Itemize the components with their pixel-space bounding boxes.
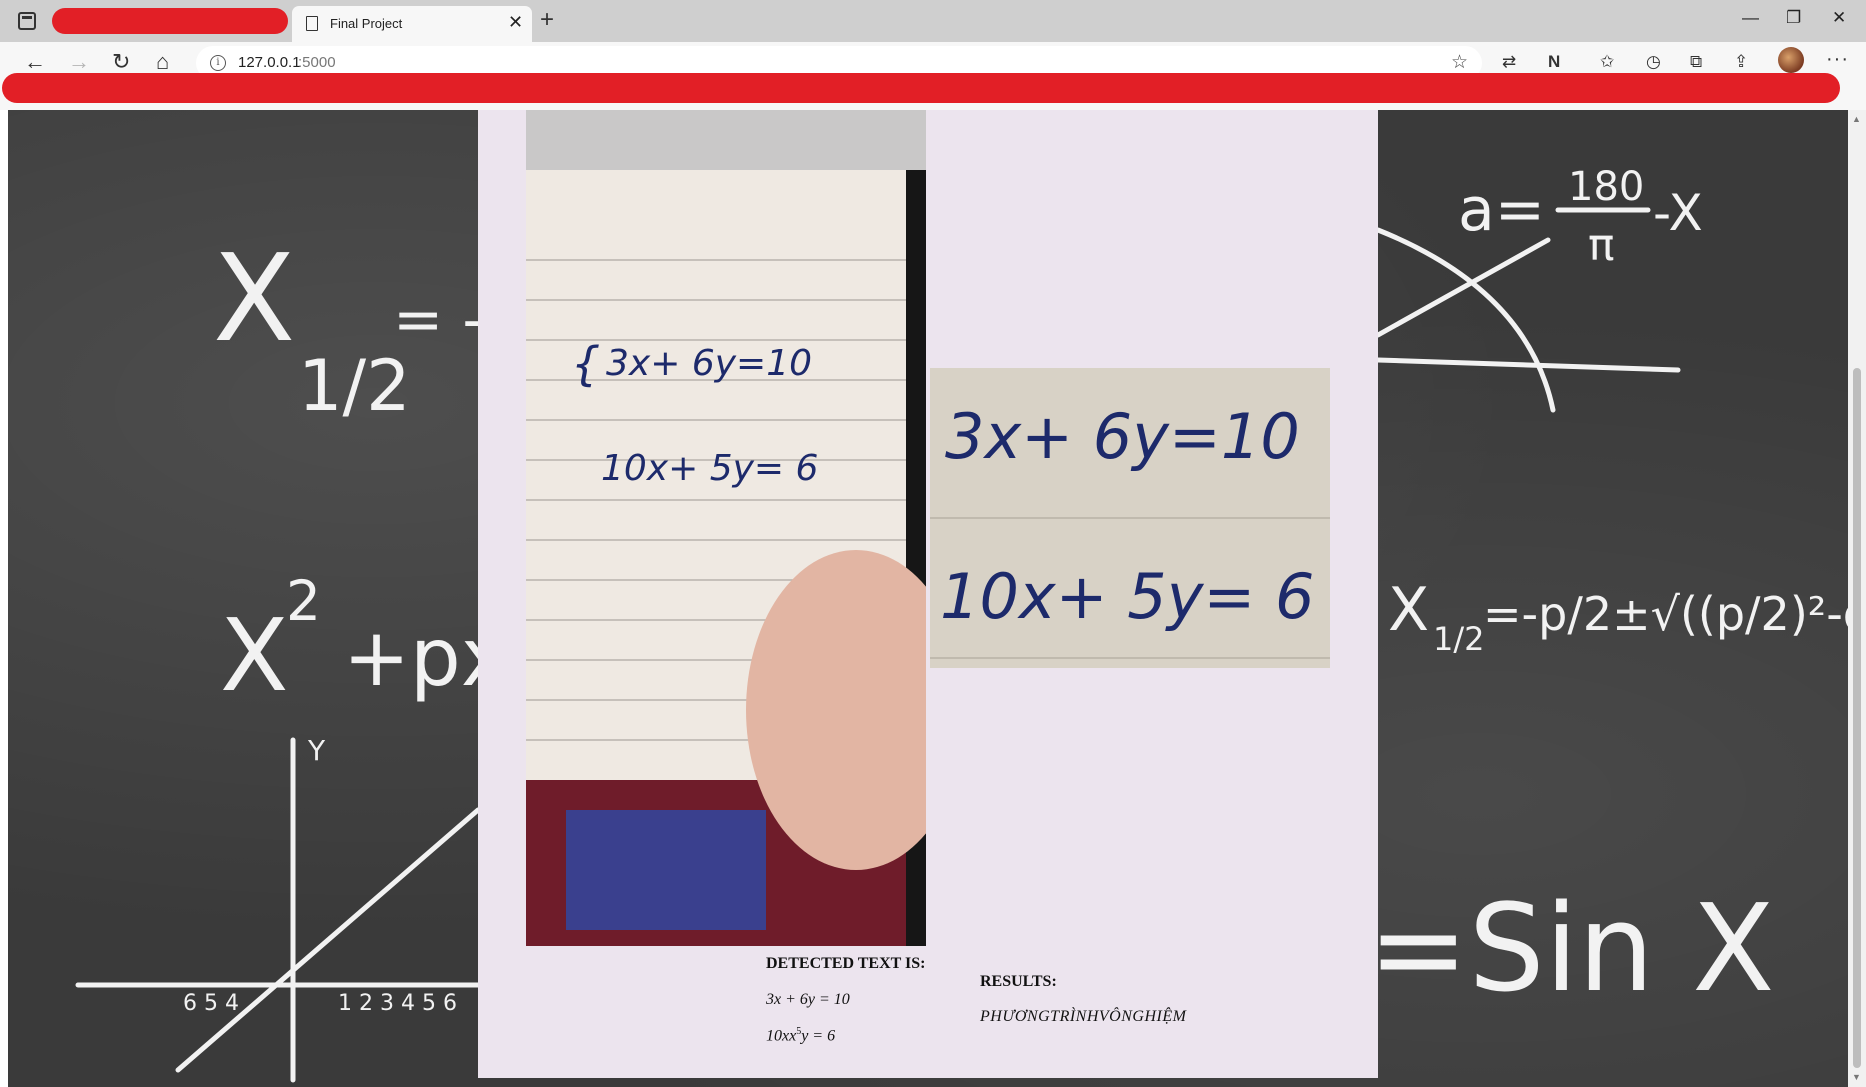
redacted-tab[interactable] [52, 8, 288, 34]
svg-text:3x+ 6y=10: 3x+ 6y=10 [606, 343, 812, 384]
cropped-photo-graphic: 3x+ 6y=10 10x+ 5y= 6 [930, 368, 1330, 668]
equation-2-text: 10xx [766, 1027, 797, 1045]
chalk-y-label: Y [307, 734, 326, 767]
svg-text:10x+ 5y= 6: 10x+ 5y= 6 [940, 560, 1314, 633]
chalk-tick-labels-left: 6 5 4 [183, 991, 239, 1016]
chalk-angle-axis [1375, 357, 1681, 373]
reload-button[interactable]: ↻ [112, 50, 130, 74]
chalk-one-half: 1/2 [298, 345, 411, 427]
chalk-sin-x: =Sin X [1368, 880, 1774, 1019]
chalk-tick-labels-right: 1 2 3 4 5 6 [338, 991, 457, 1016]
chalk-diagonal-line [175, 807, 481, 1073]
page-icon [306, 16, 318, 31]
history-icon[interactable]: ◷ [1646, 51, 1661, 73]
chalk-minus-x: -X [1653, 184, 1703, 242]
new-tab-button[interactable]: + [540, 6, 554, 34]
url-host: 127.0.0.1 [238, 54, 301, 71]
settings-menu-icon[interactable]: ··· [1826, 48, 1849, 71]
detected-equation-1: 3x + 6y = 10 [766, 991, 850, 1009]
home-button[interactable]: ⌂ [156, 50, 169, 74]
chalk-quadratic: X [1388, 575, 1429, 645]
cropped-equation-image: 3x+ 6y=10 10x+ 5y= 6 [930, 368, 1330, 668]
scroll-up-arrow-icon[interactable]: ▲ [1852, 114, 1861, 124]
forward-button[interactable]: → [68, 50, 90, 74]
page-scrollbar[interactable]: ▲ ▼ [1848, 110, 1866, 1087]
restore-button[interactable]: ❐ [1786, 8, 1801, 28]
notion-icon[interactable]: N [1548, 51, 1560, 73]
chalk-180: 180 [1568, 164, 1644, 210]
scroll-down-arrow-icon[interactable]: ▼ [1852, 1072, 1861, 1082]
chalk-x-half: X [213, 230, 295, 369]
chalk-pi: π [1588, 220, 1615, 271]
tab-title: Final Project [330, 16, 403, 31]
title-bar: Final Project ✕ + — ❐ ✕ [0, 0, 1866, 42]
detected-equation-2: 10xx5y = 6 [766, 1026, 835, 1045]
equation-2-tail: y = 6 [801, 1027, 836, 1045]
chalk-x-squared: X [220, 597, 289, 714]
share-icon[interactable]: ⇪ [1734, 51, 1748, 73]
favorites-icon[interactable]: ✩ [1600, 51, 1614, 73]
collections-icon[interactable]: ⧉ [1690, 51, 1702, 73]
svg-text:10x+ 5y= 6: 10x+ 5y= 6 [601, 448, 818, 489]
chalk-quadratic-formula: =-p/2±√((p/2)²-q) [1483, 587, 1848, 641]
results-text: PHƯƠNGTRÌNHVÔNGHIỆM [980, 1008, 1187, 1025]
tab-close-icon[interactable]: ✕ [508, 12, 523, 32]
profile-avatar[interactable] [1778, 47, 1804, 73]
notebook-photo-graphic: { 3x+ 6y=10 10x+ 5y= 6 [526, 110, 926, 946]
minimize-button[interactable]: — [1742, 8, 1759, 28]
svg-text:3x+ 6y=10: 3x+ 6y=10 [945, 400, 1300, 473]
chalk-equals: = - [393, 285, 484, 355]
tab-final-project[interactable]: Final Project ✕ [292, 6, 532, 42]
redaction-mark [2, 73, 1840, 103]
back-button[interactable]: ← [24, 50, 46, 74]
svg-text:{: { [571, 337, 600, 391]
add-favorite-icon[interactable]: ☆ [1451, 51, 1468, 74]
results-heading: RESULTS: [980, 973, 1057, 990]
chalk-exponent: 2 [286, 569, 321, 633]
uploaded-notebook-image: { 3x+ 6y=10 10x+ 5y= 6 [526, 110, 926, 946]
close-window-button[interactable]: ✕ [1832, 8, 1846, 28]
scroll-thumb[interactable] [1853, 368, 1861, 1068]
site-info-icon[interactable]: i [210, 55, 226, 71]
chalk-a-equals: a= [1458, 175, 1545, 245]
translate-icon[interactable]: ⇄ [1502, 51, 1516, 73]
tab-actions-icon[interactable] [18, 12, 36, 30]
detected-text-heading: DETECTED TEXT IS: [766, 955, 926, 972]
chalk-angle-line [1375, 237, 1551, 338]
chalk-quadratic-sub: 1/2 [1433, 620, 1485, 658]
url-port: :5000 [298, 54, 336, 71]
equation-1-text: 3x + 6y = 10 [766, 991, 850, 1008]
page-viewport: X 1/2 = - X 2 +px Y 6 5 4 1 2 3 4 5 6 a=… [8, 110, 1848, 1087]
